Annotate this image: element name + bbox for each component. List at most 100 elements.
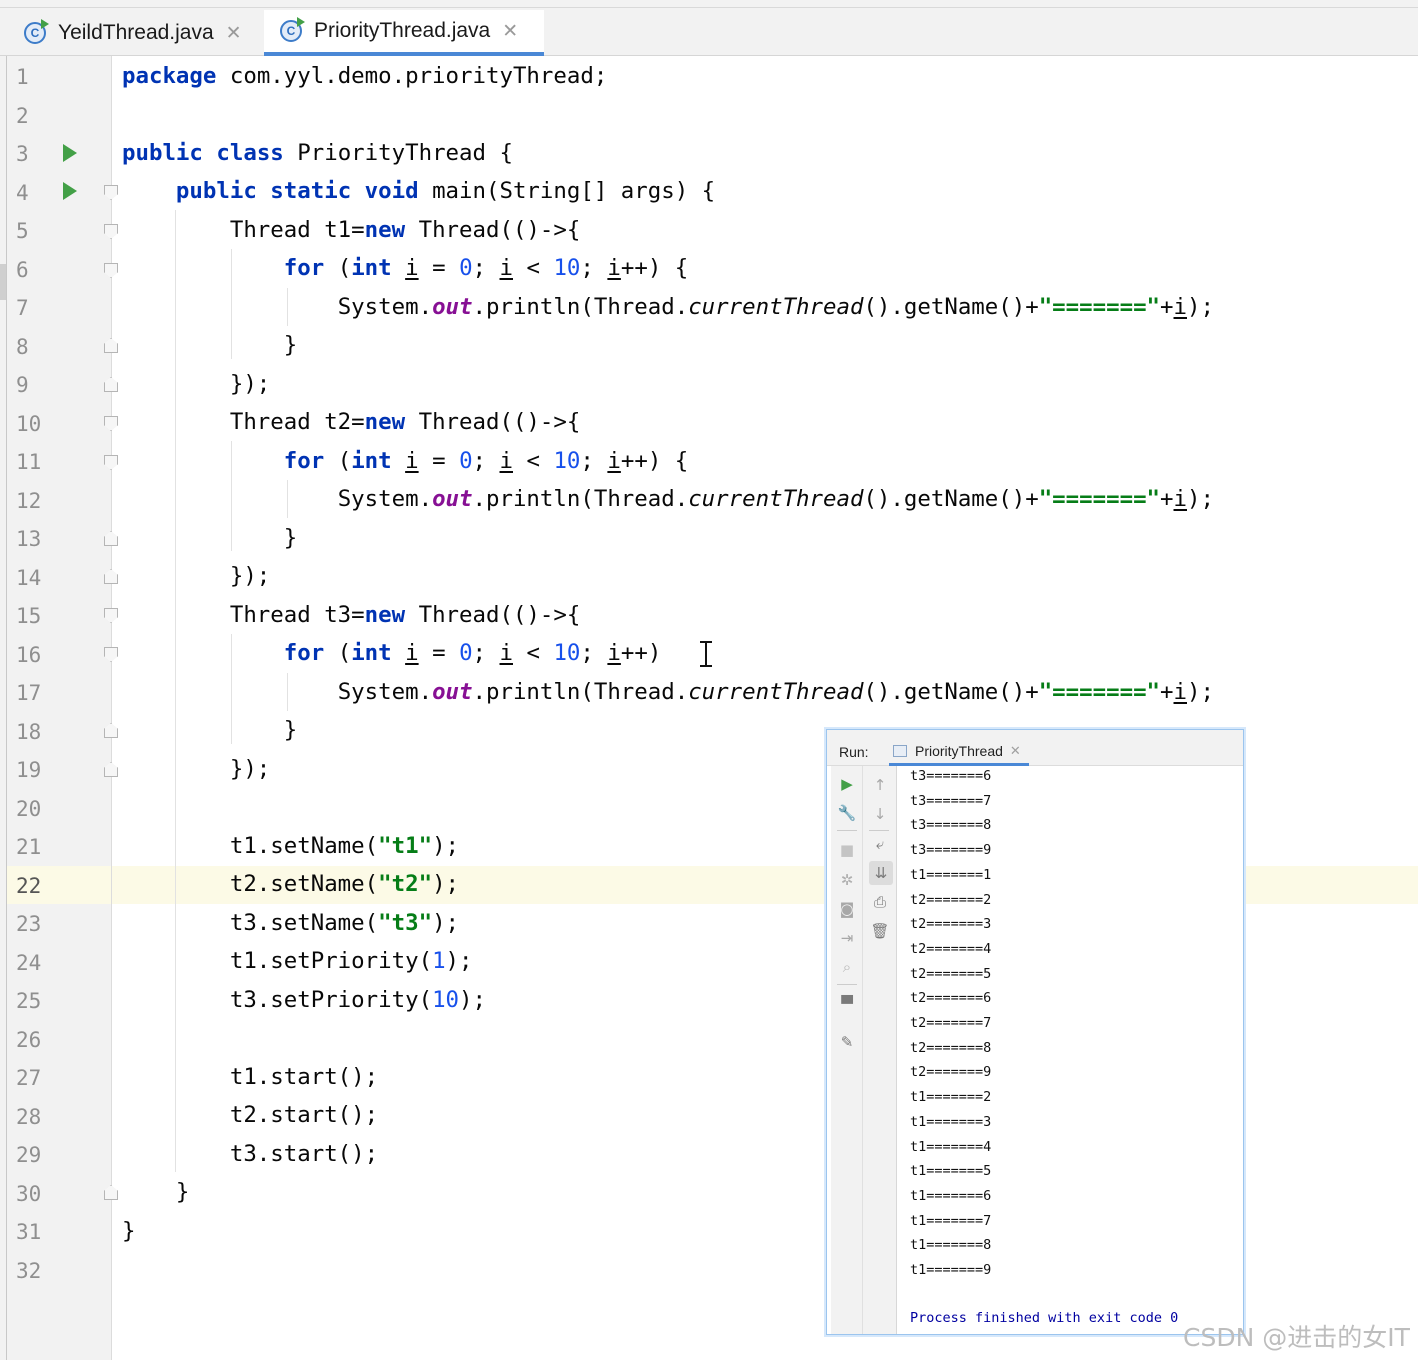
tab-yeildthread[interactable]: C YeildThread.java ✕ bbox=[20, 10, 260, 56]
console-line: t1=======9 bbox=[910, 1262, 992, 1278]
tab-label: YeildThread.java bbox=[58, 21, 214, 44]
run-class-icon[interactable] bbox=[63, 144, 77, 162]
line-number: 27 bbox=[16, 1066, 42, 1090]
close-icon[interactable]: ✕ bbox=[502, 20, 518, 43]
code-line: Thread t2=new Thread(()->{ bbox=[229, 409, 581, 435]
console-line: t1=======1 bbox=[910, 866, 992, 883]
layout-icon[interactable]: ▀ bbox=[837, 994, 857, 1014]
console-line: t3=======7 bbox=[910, 792, 992, 809]
code-line: t1.setName("t1"); bbox=[229, 833, 460, 859]
console-line: t3=======8 bbox=[910, 817, 992, 834]
code-line: Thread t3=new Thread(()->{ bbox=[229, 602, 581, 628]
code-line: for (int i = 0; i < 10; i++) { bbox=[283, 255, 689, 281]
line-number: 5 bbox=[16, 219, 29, 243]
code-line: Thread t1=new Thread(()->{ bbox=[229, 217, 581, 243]
stop-icon[interactable]: ■ bbox=[837, 840, 857, 860]
code-line: t3.setName("t3"); bbox=[229, 910, 460, 936]
class-icon-letter: C bbox=[286, 24, 296, 38]
console-line: t1=======8 bbox=[910, 1237, 992, 1254]
tab-prioritythread[interactable]: C PriorityThread.java ✕ bbox=[264, 10, 544, 56]
console-line: t2=======9 bbox=[910, 1064, 992, 1081]
line-number: 32 bbox=[16, 1258, 42, 1283]
code-line: t1.setPriority(1); bbox=[229, 948, 473, 974]
code-line: for (int i = 0; i < 10; i++) { bbox=[283, 448, 689, 474]
line-number: 12 bbox=[16, 488, 42, 513]
code-line: t3.setPriority(10); bbox=[229, 987, 486, 1013]
up-arrow-icon[interactable]: ↑ bbox=[870, 775, 890, 795]
scroll-marker bbox=[0, 264, 6, 300]
console-icon bbox=[893, 744, 907, 757]
down-arrow-icon[interactable]: ↓ bbox=[870, 804, 890, 824]
process-finished-message: Process finished with exit code 0 bbox=[910, 1310, 1179, 1326]
code-line: System.out.println(Thread.currentThread(… bbox=[337, 294, 1214, 320]
scroll-to-end-icon[interactable]: ⇊ bbox=[869, 861, 893, 885]
console-line: t2=======3 bbox=[910, 916, 992, 933]
line-number: 20 bbox=[16, 796, 42, 821]
console-line: t1=======3 bbox=[910, 1113, 992, 1130]
line-number: 28 bbox=[16, 1104, 42, 1129]
console-line: t3=======9 bbox=[910, 842, 992, 859]
line-number: 16 bbox=[16, 642, 42, 667]
console-line: t2=======4 bbox=[910, 940, 992, 957]
code-line: t2.start(); bbox=[229, 1102, 379, 1128]
line-number: 4 bbox=[16, 180, 29, 205]
camera-icon[interactable]: ◙ bbox=[837, 899, 857, 919]
code-line: for (int i = 0; i < 10; i++) bbox=[283, 640, 662, 666]
line-number: 9 bbox=[16, 373, 29, 397]
pin-icon[interactable]: ✎ bbox=[837, 1032, 857, 1052]
line-number: 19 bbox=[16, 758, 42, 782]
watermark: CSDN @进击的女IT bbox=[1183, 1323, 1410, 1352]
line-number: 7 bbox=[16, 296, 29, 320]
close-icon[interactable]: ✕ bbox=[226, 22, 242, 45]
trash-icon[interactable]: 🗑 bbox=[870, 921, 890, 941]
search-icon[interactable]: ⌕ bbox=[837, 957, 857, 977]
run-toolbar-left: ▶ 🔧 ■ ✲ ◙ ⇥ ⌕ ▀ ✎ bbox=[831, 766, 863, 1334]
debug-icon[interactable]: ✲ bbox=[837, 870, 857, 890]
console-line: t2=======7 bbox=[910, 1015, 992, 1031]
line-number: 30 bbox=[16, 1181, 42, 1206]
tab-run-prioritythread[interactable]: PriorityThread ✕ bbox=[889, 738, 1029, 766]
line-number: 26 bbox=[16, 1027, 42, 1052]
console-line: t2=======2 bbox=[910, 891, 992, 908]
line-number: 1 bbox=[16, 65, 29, 89]
code-line: t1.start(); bbox=[229, 1064, 379, 1090]
console-line: t1=======7 bbox=[910, 1212, 992, 1229]
code-line: System.out.println(Thread.currentThread(… bbox=[337, 679, 1214, 705]
console-line: t1=======4 bbox=[910, 1138, 992, 1155]
line-number: 8 bbox=[16, 334, 29, 359]
code-line: } bbox=[283, 332, 298, 358]
code-line: } bbox=[283, 525, 298, 551]
code-line: public class PriorityThread { bbox=[122, 140, 513, 166]
line-number: 14 bbox=[16, 565, 42, 590]
console-line: t2=======6 bbox=[910, 990, 992, 1007]
toolbar-divider bbox=[0, 7, 1418, 8]
tab-label: PriorityThread.java bbox=[314, 19, 491, 42]
line-number: 29 bbox=[16, 1143, 42, 1167]
console-line: t3=======6 bbox=[910, 768, 992, 784]
soft-wrap-icon[interactable]: ⤶ bbox=[870, 834, 890, 854]
run-label: Run: bbox=[839, 744, 869, 760]
line-number: 10 bbox=[16, 411, 42, 436]
print-icon[interactable]: ⎙ bbox=[870, 892, 890, 912]
run-tool-window[interactable]: Run: PriorityThread ✕ ▶ 🔧 ■ ✲ ◙ ⇥ ⌕ ▀ ✎ … bbox=[826, 729, 1244, 1335]
run-icon[interactable]: ▶ bbox=[837, 774, 857, 794]
run-main-icon[interactable] bbox=[63, 182, 77, 200]
line-number: 24 bbox=[16, 950, 42, 975]
line-number: 6 bbox=[16, 257, 29, 282]
code-line: } bbox=[122, 1218, 136, 1244]
code-line: }); bbox=[229, 563, 271, 589]
editor-tab-bar: C YeildThread.java ✕ C PriorityThread.ja… bbox=[0, 0, 1418, 56]
line-number: 25 bbox=[16, 989, 42, 1013]
line-number: 22 bbox=[16, 873, 42, 898]
console-line: t2=======8 bbox=[910, 1039, 992, 1056]
text-cursor bbox=[700, 641, 712, 667]
code-line: t3.start(); bbox=[229, 1141, 379, 1167]
line-number: 31 bbox=[16, 1220, 42, 1244]
close-icon[interactable]: ✕ bbox=[1010, 743, 1021, 759]
exit-icon[interactable]: ⇥ bbox=[837, 928, 857, 948]
code-line: t2.setName("t2"); bbox=[229, 871, 460, 897]
console-line: t2=======5 bbox=[910, 965, 992, 982]
java-class-icon: C bbox=[280, 17, 305, 42]
wrench-icon[interactable]: 🔧 bbox=[837, 803, 857, 823]
line-number: 3 bbox=[16, 142, 29, 166]
